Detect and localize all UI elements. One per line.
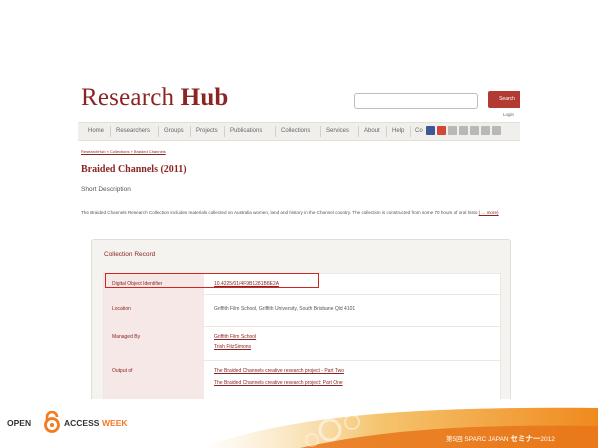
search-button[interactable]: Search <box>488 91 520 108</box>
nav-divider <box>358 126 359 137</box>
more-link[interactable]: ( ... more) <box>479 210 499 215</box>
email-icon[interactable] <box>470 126 479 135</box>
output-of-link[interactable]: The Braided Channels creative research p… <box>214 368 344 374</box>
description-body: The Braided Channels Research Collection… <box>81 210 478 215</box>
nav-item-projects[interactable]: Projects <box>196 128 218 134</box>
collection-record-panel: Collection Record Digital Object Identif… <box>91 239 511 399</box>
oa-week-text: WEEK <box>102 418 128 428</box>
nav-item-services[interactable]: Services <box>326 128 349 134</box>
site-logo[interactable]: Research Hub <box>81 84 229 112</box>
record-label-cell: Location <box>104 294 204 326</box>
nav-divider <box>158 126 159 137</box>
managed-by-link[interactable]: Griffith Film School <box>214 334 256 340</box>
search-input[interactable] <box>354 93 478 109</box>
nav-divider <box>275 126 276 137</box>
record-row-output-of: Output of The Braided Channels creative … <box>104 360 500 399</box>
nav-item-home[interactable]: Home <box>88 128 104 134</box>
nav-item-help[interactable]: Help <box>392 128 404 134</box>
short-description-heading: Short Description <box>81 186 131 193</box>
logo-text-bold: Hub <box>180 84 229 111</box>
share-icons <box>426 126 501 135</box>
doi-highlight-box <box>105 273 319 288</box>
nav-item-groups[interactable]: Groups <box>164 128 184 134</box>
oa-open-text: OPEN <box>7 418 32 428</box>
seminar-caption: 第5回 SPARC JAPAN セミナー2012 <box>446 433 555 444</box>
nav-divider <box>320 126 321 137</box>
bookmark-icon[interactable] <box>481 126 490 135</box>
nav-divider <box>224 126 225 137</box>
seminar-bold: セミナー <box>510 434 541 443</box>
record-label: Output of <box>112 368 133 374</box>
slide: Research Hub Search Login Home Researche… <box>0 0 598 448</box>
nav-divider <box>110 126 111 137</box>
webpage-screenshot: Research Hub Search Login Home Researche… <box>78 74 520 399</box>
print-icon[interactable] <box>459 126 468 135</box>
seminar-year: 2012 <box>540 436 555 443</box>
record-row-managed-by: Managed By Griffith Film School Trish Fi… <box>104 326 500 361</box>
nav-item-contact[interactable]: Co <box>415 128 423 134</box>
login-link[interactable]: Login <box>503 112 514 117</box>
logo-text-regular: Research <box>81 84 181 111</box>
record-row-location: Location Griffith Film School, Griffith … <box>104 294 500 327</box>
share-icon[interactable] <box>448 126 457 135</box>
location-value: Griffith Film School, Griffith Universit… <box>214 306 356 312</box>
google-icon[interactable] <box>437 126 446 135</box>
record-label-cell: Managed By <box>104 326 204 360</box>
nav-item-collections[interactable]: Collections <box>281 128 310 134</box>
nav-item-researchers[interactable]: Researchers <box>116 128 150 134</box>
record-label-cell: Output of <box>104 360 204 399</box>
record-label: Managed By <box>112 334 141 340</box>
nav-item-about[interactable]: About <box>364 128 380 134</box>
seminar-prefix: 第5回 SPARC JAPAN <box>446 436 511 443</box>
collection-record-table: Digital Object Identifier 10.4225/01/4F9… <box>103 273 501 399</box>
nav-divider <box>410 126 411 137</box>
collection-record-title: Collection Record <box>104 251 156 258</box>
managed-by-link[interactable]: Trish FitzSimons <box>214 344 251 350</box>
description-text: The Braided Channels Research Collection… <box>81 209 520 217</box>
record-label: Location <box>112 306 131 312</box>
facebook-icon[interactable] <box>426 126 435 135</box>
rss-icon[interactable] <box>492 126 501 135</box>
page-title: Braided Channels (2011) <box>81 164 187 175</box>
oa-access-text: ACCESS <box>64 418 100 428</box>
nav-divider <box>386 126 387 137</box>
output-of-link[interactable]: The Braided Channels creative research p… <box>214 380 343 386</box>
breadcrumb[interactable]: ResearchHub » Collections » Braided Chan… <box>81 149 166 154</box>
slide-footer: OPEN ACCESS WEEK 第5回 SPARC JAPAN セミナー201… <box>0 400 598 448</box>
nav-divider <box>190 126 191 137</box>
nav-item-publications[interactable]: Publications <box>230 128 262 134</box>
main-nav: Home Researchers Groups Projects Publica… <box>78 122 520 141</box>
open-access-lock-icon <box>44 411 60 433</box>
